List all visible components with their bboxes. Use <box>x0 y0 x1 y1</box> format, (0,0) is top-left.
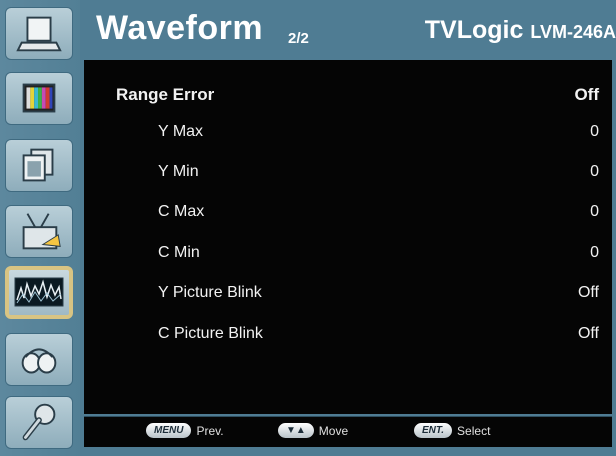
menu-panel: Range Error Off Y Max 0 Y Min 0 C Max 0 … <box>84 60 612 414</box>
menu-row-label: C Max <box>158 203 205 220</box>
menu-row-value: 0 <box>590 203 599 220</box>
menu-row-value: Off <box>574 85 599 104</box>
menu-row-y-picture-blink[interactable]: Y Picture Blink Off <box>84 280 612 308</box>
input-button[interactable] <box>5 205 73 258</box>
tools-icon <box>22 403 56 441</box>
sidebar <box>0 0 80 456</box>
menu-row-c-min[interactable]: C Min 0 <box>84 240 612 268</box>
menu-row-c-max[interactable]: C Max 0 <box>84 199 612 227</box>
menu-row-value: 0 <box>590 244 599 261</box>
display-button[interactable] <box>5 7 73 60</box>
menu-row-c-picture-blink[interactable]: C Picture Blink Off <box>84 321 612 349</box>
footer-move-label: Move <box>318 423 349 438</box>
page-title: Waveform <box>96 9 264 47</box>
menu-row-label: C Min <box>158 244 200 261</box>
audio-button[interactable] <box>5 333 73 386</box>
menu-row-label: Y Min <box>158 163 199 180</box>
menu-row-value: 0 <box>590 123 599 140</box>
display-icon <box>16 16 62 52</box>
menu-row-label: Y Picture Blink <box>158 284 262 301</box>
satellite-tv-icon <box>22 213 61 250</box>
audio-icon <box>21 348 57 374</box>
footer-move-hint: ▼▲ Move <box>278 423 348 441</box>
enter-key-icon: ENT. <box>414 423 453 439</box>
footer-select-label: Select <box>457 423 491 438</box>
multi-screen-icon <box>22 148 54 182</box>
brand-name: TVLogic <box>424 16 524 44</box>
color-button[interactable] <box>5 72 73 125</box>
menu-row-y-max[interactable]: Y Max 0 <box>84 119 612 147</box>
color-bars-icon <box>22 83 56 113</box>
menu-row-value: Off <box>577 284 599 301</box>
menu-row-y-min[interactable]: Y Min 0 <box>84 159 612 187</box>
menu-row-label: Y Max <box>158 123 204 140</box>
footer-select-hint: ENT. Select <box>414 423 490 441</box>
page-indicator: 2/2 <box>288 30 309 47</box>
title-bar: Waveform 2/2 TVLogic LVM-246A <box>80 0 616 60</box>
menu-row-value: Off <box>577 325 599 342</box>
menu-row-label: C Picture Blink <box>158 325 263 342</box>
waveform-button[interactable] <box>5 266 73 319</box>
menu-row-value: 0 <box>590 163 599 180</box>
footer-prev-label: Prev. <box>196 423 224 438</box>
brand-label: TVLogic LVM-246A <box>425 16 616 45</box>
menu-key-icon: MENU <box>146 423 192 439</box>
footer-prev-hint: MENU Prev. <box>146 423 224 441</box>
tools-button[interactable] <box>5 396 73 449</box>
waveform-icon <box>14 277 64 307</box>
footer-hints: MENU Prev. ▼▲ Move ENT. Select <box>84 416 612 447</box>
model-name: LVM-246A <box>530 22 616 42</box>
menu-row-label: Range Error <box>116 85 215 104</box>
multi-screen-button[interactable] <box>5 139 73 192</box>
updown-key-icon: ▼▲ <box>278 423 314 439</box>
menu-row-range-error[interactable]: Range Error Off <box>84 81 612 109</box>
